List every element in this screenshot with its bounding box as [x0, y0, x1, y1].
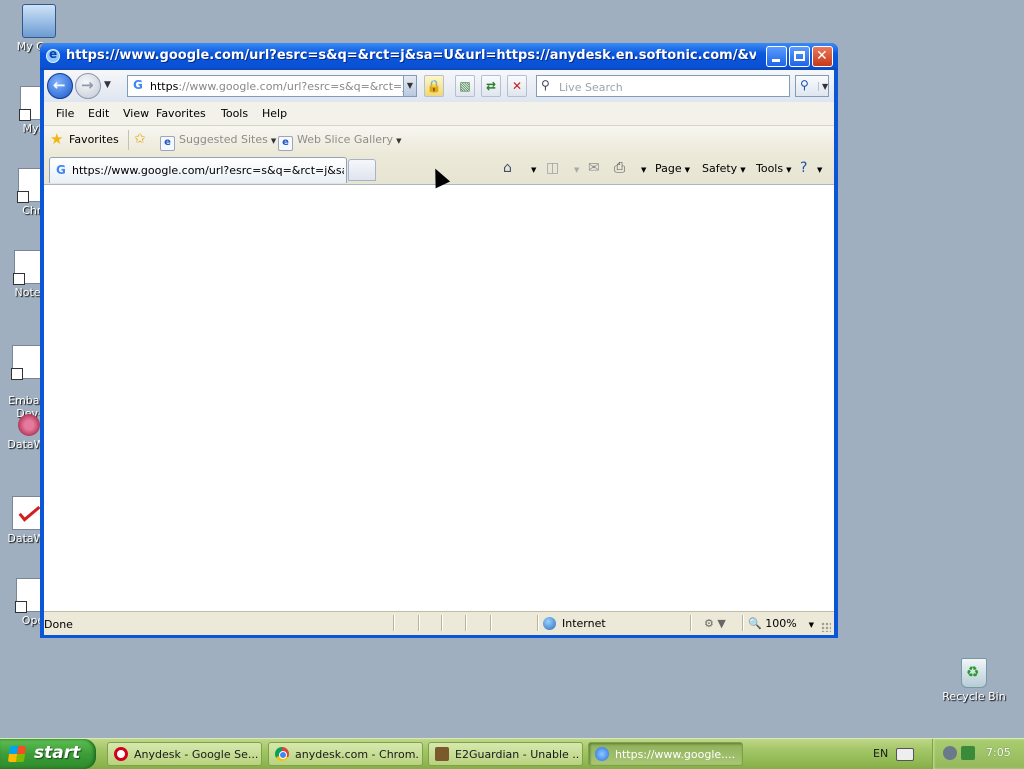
- address-dropdown-button[interactable]: ▼: [403, 75, 417, 97]
- window-title: https://www.google.com/url?esrc=s&q=&rct…: [66, 48, 756, 63]
- menu-view[interactable]: View: [123, 107, 149, 120]
- magnifier-icon: ⚲: [800, 78, 809, 92]
- maximize-button[interactable]: [789, 46, 810, 67]
- divider: [742, 615, 744, 631]
- help-icon[interactable]: ?: [800, 160, 807, 176]
- divider: [690, 615, 692, 631]
- search-icon: ⚲: [541, 78, 550, 92]
- divider: [418, 615, 420, 631]
- title-bar[interactable]: https://www.google.com/url?esrc=s&q=&rct…: [40, 43, 838, 70]
- taskbar-item-ie[interactable]: https://www.google....: [588, 742, 743, 766]
- shield-icon[interactable]: [961, 746, 975, 760]
- menu-help[interactable]: Help: [262, 107, 287, 120]
- ie-page-icon: e: [160, 136, 175, 151]
- add-to-favorites-icon[interactable]: ✩: [134, 131, 146, 147]
- page-menu[interactable]: Page ▼: [655, 162, 690, 175]
- web-slice-gallery-button[interactable]: e Web Slice Gallery ▼: [278, 133, 401, 151]
- page-content[interactable]: [44, 185, 834, 611]
- desktop-icon-label: Recycle Bin: [942, 690, 1006, 703]
- menu-tools[interactable]: Tools: [221, 107, 248, 120]
- home-icon[interactable]: ⌂: [503, 160, 512, 176]
- recent-pages-dropdown-icon[interactable]: ▼: [104, 80, 111, 90]
- e2guardian-icon: [435, 747, 449, 761]
- mail-icon[interactable]: ✉: [588, 160, 600, 176]
- computer-icon: [22, 4, 56, 38]
- search-options-dropdown-icon[interactable]: ▼: [818, 82, 828, 91]
- menu-bar: File Edit View Favorites Tools Help: [44, 102, 834, 126]
- windows-logo-icon: [7, 746, 27, 762]
- divider: [490, 615, 492, 631]
- globe-icon: [543, 617, 556, 630]
- opera-icon: [114, 747, 128, 761]
- menu-favorites[interactable]: Favorites: [156, 107, 206, 120]
- refresh-button[interactable]: ⇄: [481, 75, 501, 97]
- zoom-icon: 🔍: [748, 617, 762, 630]
- security-zone[interactable]: Internet: [543, 617, 606, 630]
- desktop-icon-recycle-bin[interactable]: Recycle Bin: [939, 658, 1009, 703]
- star-icon: ★: [50, 130, 64, 148]
- menu-file[interactable]: File: [56, 107, 74, 120]
- google-favicon-icon: G: [133, 78, 143, 92]
- browser-tab[interactable]: G https://www.google.com/url?esrc=s&q=&r…: [49, 157, 347, 183]
- feeds-icon[interactable]: ◫: [546, 160, 559, 176]
- help-dropdown[interactable]: ▼: [814, 162, 822, 175]
- tab-title: https://www.google.com/url?esrc=s&q=&rct…: [72, 164, 344, 177]
- address-bar[interactable]: G https://www.google.com/url?esrc=s&q=&r…: [127, 75, 417, 97]
- keyboard-icon[interactable]: [896, 748, 914, 761]
- search-input[interactable]: [557, 78, 789, 96]
- forward-button[interactable]: [75, 73, 101, 99]
- compatibility-view-icon[interactable]: ▧: [455, 75, 475, 97]
- protected-mode-icon[interactable]: ⚙ ▼: [704, 617, 726, 630]
- close-button[interactable]: [812, 46, 833, 67]
- divider: [128, 130, 129, 150]
- new-tab-button[interactable]: [348, 159, 376, 181]
- search-button[interactable]: ⚲ ▼: [795, 75, 829, 97]
- address-url: https://www.google.com/url?esrc=s&q=&rct…: [150, 80, 405, 93]
- taskbar-item-e2guardian[interactable]: E2Guardian - Unable ...: [428, 742, 583, 766]
- feeds-dropdown[interactable]: ▼: [571, 162, 579, 175]
- ie-page-icon: e: [278, 136, 293, 151]
- browser-window: https://www.google.com/url?esrc=s&q=&rct…: [40, 43, 838, 638]
- chrome-icon: [275, 747, 289, 761]
- zoom-level[interactable]: 🔍 100% ▼: [748, 617, 814, 630]
- suggested-sites-button[interactable]: e Suggested Sites ▼: [160, 133, 276, 151]
- menu-edit[interactable]: Edit: [88, 107, 109, 120]
- back-button[interactable]: [47, 73, 73, 99]
- network-icon[interactable]: [943, 746, 957, 760]
- clock[interactable]: 7:05: [986, 746, 1011, 759]
- tools-menu[interactable]: Tools ▼: [756, 162, 792, 175]
- language-indicator[interactable]: EN: [873, 747, 888, 760]
- divider: [441, 615, 443, 631]
- resize-grip[interactable]: [821, 622, 831, 632]
- taskbar-item-opera[interactable]: Anydesk - Google Se...: [107, 742, 262, 766]
- stop-button[interactable]: ✕: [507, 75, 527, 97]
- window-body: ▼ G https://www.google.com/url?esrc=s&q=…: [44, 70, 834, 635]
- status-bar: Done Internet ⚙ ▼ 🔍 100% ▼: [44, 611, 834, 635]
- favorites-bar: ★ Favorites ✩ e Suggested Sites ▼ e Web Sli…: [44, 126, 834, 154]
- print-icon[interactable]: ⎙: [614, 160, 625, 176]
- taskbar-item-chrome[interactable]: anydesk.com - Chrom...: [268, 742, 423, 766]
- home-dropdown[interactable]: ▼: [528, 162, 536, 175]
- divider: [465, 615, 467, 631]
- minimize-button[interactable]: [766, 46, 787, 67]
- taskbar: start Anydesk - Google Se... anydesk.com…: [0, 738, 1024, 769]
- safety-menu[interactable]: Safety ▼: [702, 162, 746, 175]
- google-favicon-icon: G: [56, 163, 66, 177]
- status-text: Done: [44, 618, 73, 631]
- recycle-bin-icon: [961, 658, 987, 688]
- search-box[interactable]: ⚲: [536, 75, 790, 97]
- datawa-icon: [18, 414, 40, 436]
- print-dropdown[interactable]: ▼: [638, 162, 646, 175]
- lock-icon[interactable]: 🔒: [424, 75, 444, 97]
- divider: [393, 615, 395, 631]
- ie-icon: [595, 747, 609, 761]
- system-tray: 7:05: [932, 739, 1024, 769]
- divider: [537, 615, 539, 631]
- navigation-bar: ▼ G https://www.google.com/url?esrc=s&q=…: [44, 70, 834, 102]
- ie-icon: [46, 47, 60, 63]
- start-button[interactable]: start: [0, 739, 96, 769]
